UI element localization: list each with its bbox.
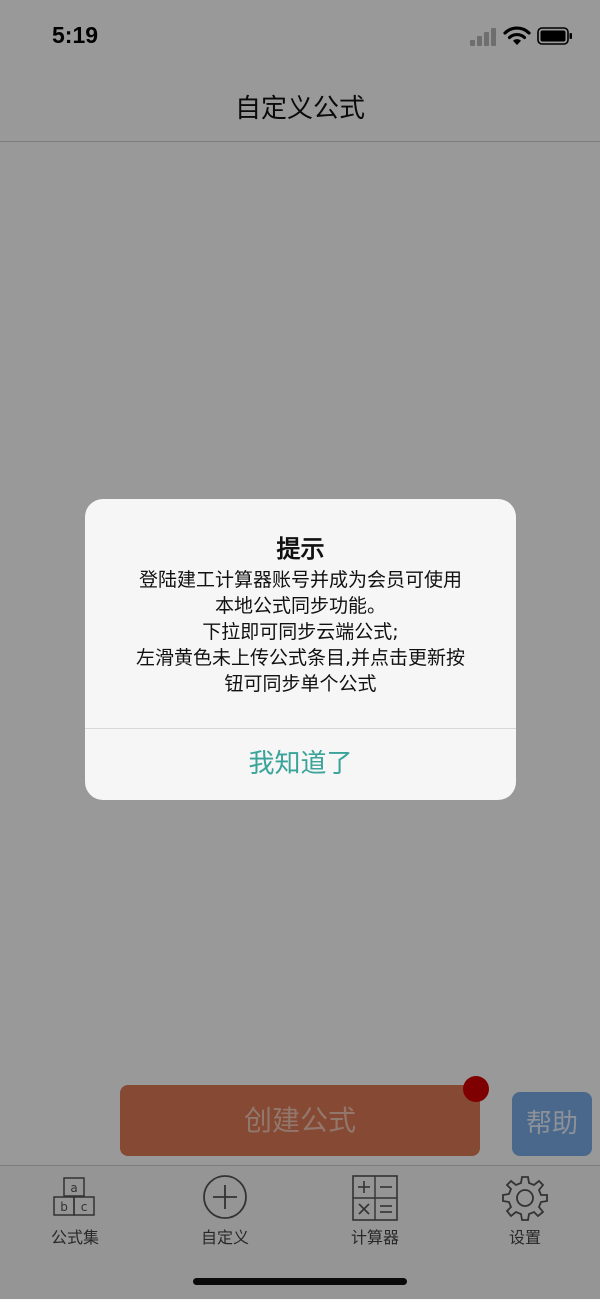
alert-message-line: 本地公式同步功能。 — [214, 595, 386, 617]
alert-message-line: 登陆建工计算器账号并成为会员可使用 — [138, 569, 462, 591]
alert-message: 登陆建工计算器账号并成为会员可使用 本地公式同步功能。 下拉即可同步云端公式; … — [107, 567, 494, 697]
alert-message-line: 钮可同步单个公式 — [224, 673, 377, 695]
screen: 5:19 自定义公式 创建公式 帮助 a b c 公式集 自定义 计算器 设置 … — [0, 0, 600, 1300]
alert-title: 提示 — [276, 535, 325, 563]
alert-message-line: 下拉即可同步云端公式; — [202, 621, 399, 643]
got-it-button[interactable]: 我知道了 — [85, 729, 516, 800]
alert-dialog: 提示 登陆建工计算器账号并成为会员可使用 本地公式同步功能。 下拉即可同步云端公… — [85, 499, 516, 800]
alert-message-line: 左滑黄色未上传公式条目,并点击更新按 — [135, 647, 466, 669]
